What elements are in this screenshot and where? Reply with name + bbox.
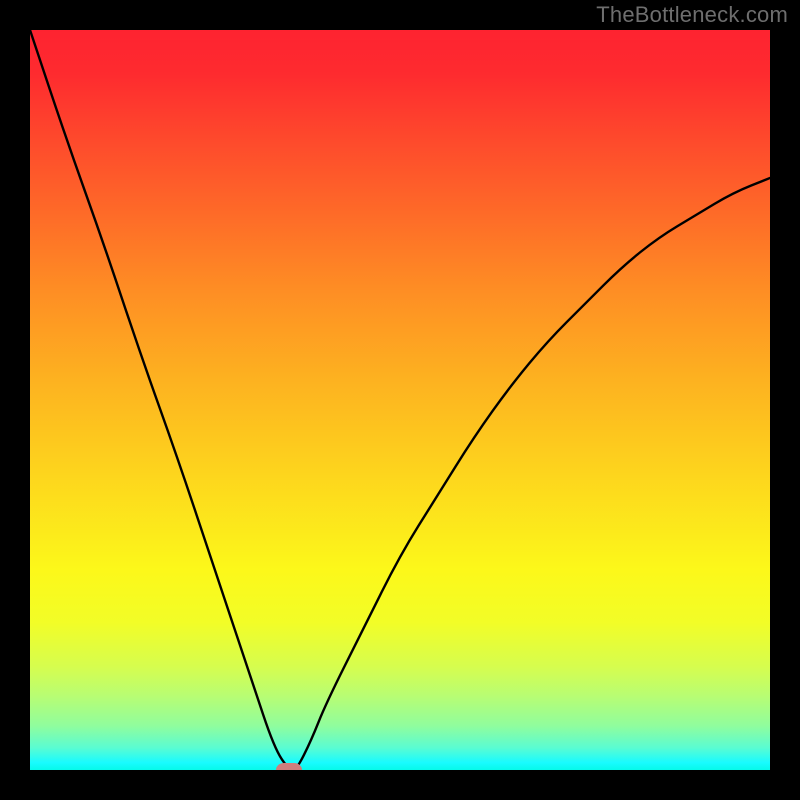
bottleneck-curve [30, 30, 770, 770]
chart-frame: TheBottleneck.com [0, 0, 800, 800]
curve-layer [30, 30, 770, 770]
plot-area [30, 30, 770, 770]
optimal-point-marker [276, 763, 302, 770]
attribution-text: TheBottleneck.com [596, 2, 788, 28]
